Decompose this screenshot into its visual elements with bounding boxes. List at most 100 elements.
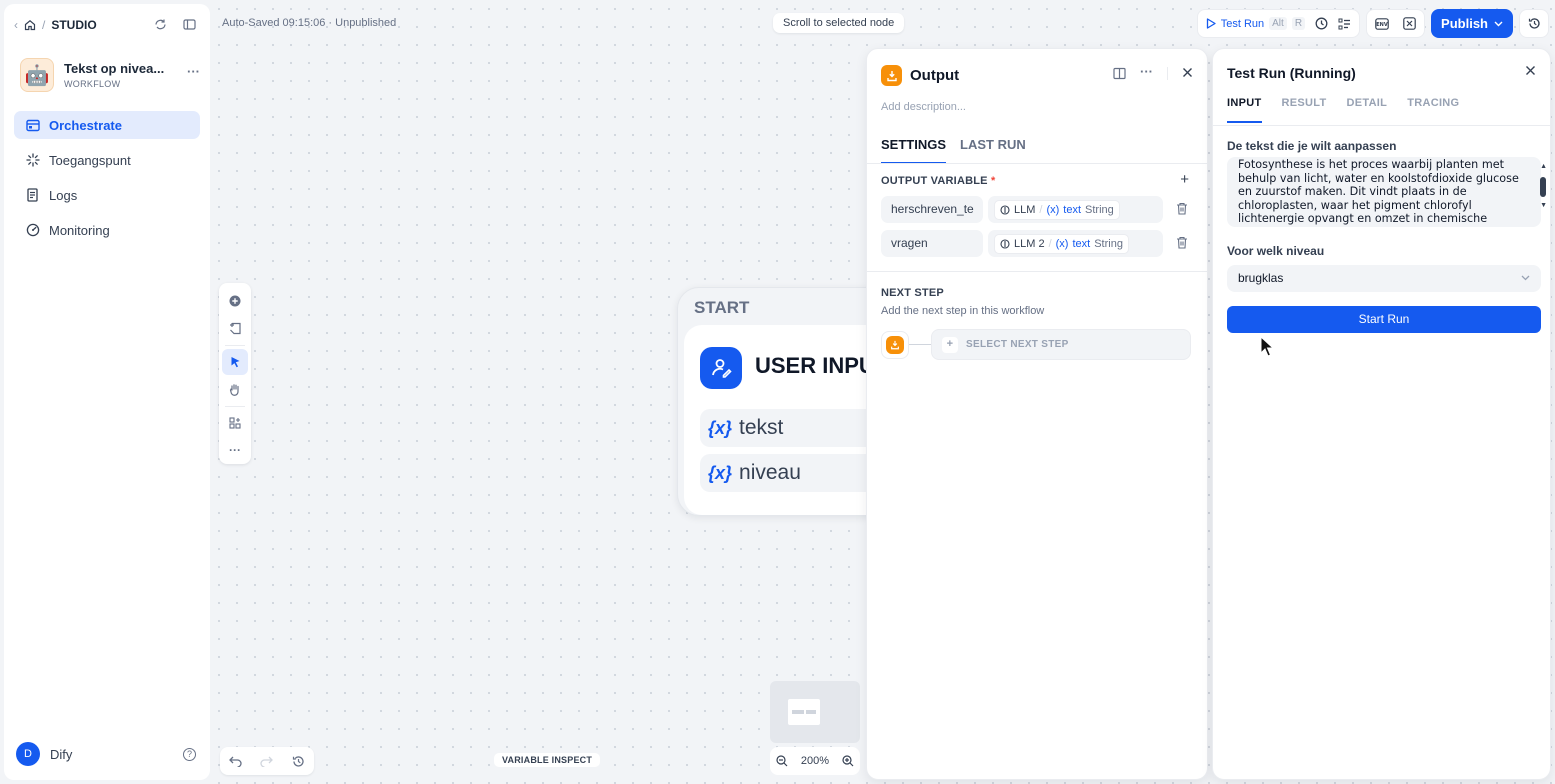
- scroll-to-selected-button[interactable]: Scroll to selected node: [773, 13, 905, 33]
- topbar-actions: Test Run Alt R ENV Publish: [1196, 9, 1549, 38]
- shortcut-key-r: R: [1291, 17, 1306, 30]
- variable-reference-chip: LLM 2 / (x) text String: [994, 233, 1129, 254]
- output-variable-name-input[interactable]: herschreven_te: [881, 196, 983, 223]
- ref-var-name: text: [1072, 237, 1091, 250]
- current-node-handle: [881, 330, 909, 359]
- logs-icon: [27, 188, 38, 202]
- help-icon[interactable]: ?: [183, 747, 196, 761]
- sidebar-item-logs[interactable]: Logs: [14, 181, 200, 209]
- toolbar-divider: [225, 345, 245, 346]
- note-icon: [229, 322, 241, 334]
- required-mark: *: [990, 175, 996, 187]
- sync-icon[interactable]: [154, 18, 167, 31]
- scroll-up-icon[interactable]: ▲: [1540, 163, 1547, 170]
- close-icon[interactable]: [1525, 65, 1536, 76]
- tab-tracing[interactable]: TRACING: [1407, 97, 1459, 123]
- shortcut-key-alt: Alt: [1269, 17, 1287, 30]
- output-variable-name-input[interactable]: vragen: [881, 230, 983, 257]
- variable-reference-chip: LLM / (x) text String: [994, 199, 1120, 220]
- select-next-step-button[interactable]: + SELECT NEXT STEP: [931, 329, 1191, 360]
- trash-icon[interactable]: [1176, 202, 1188, 215]
- scrollbar-thumb[interactable]: [1540, 177, 1546, 197]
- version-history-button[interactable]: [1519, 9, 1549, 38]
- checklist-icon[interactable]: [1338, 18, 1351, 30]
- pointer-mode-button[interactable]: [222, 349, 248, 375]
- sidebar-item-orchestrate[interactable]: Orchestrate: [14, 111, 200, 139]
- close-icon[interactable]: [1182, 67, 1193, 78]
- more-icon: ···: [229, 443, 241, 457]
- monitoring-icon: [26, 223, 40, 237]
- history-icon[interactable]: [292, 755, 305, 768]
- run-history-icon[interactable]: [1315, 17, 1328, 30]
- env-group: ENV: [1366, 9, 1426, 38]
- ref-var-type: String: [1085, 203, 1114, 216]
- hand-mode-button[interactable]: [222, 376, 248, 402]
- zoom-level[interactable]: 200%: [801, 755, 829, 767]
- output-node-icon: [886, 335, 904, 354]
- pointer-icon: [231, 357, 239, 368]
- panel-title[interactable]: Output: [910, 67, 959, 84]
- organize-nodes-button[interactable]: [222, 410, 248, 436]
- variable-inspect-button[interactable]: VARIABLE INSPECT: [494, 753, 601, 767]
- sidebar-item-toegangspunt[interactable]: Toegangspunt: [14, 146, 200, 174]
- tab-detail[interactable]: DETAIL: [1346, 97, 1387, 123]
- play-icon: [1206, 18, 1216, 29]
- back-chevron-icon[interactable]: ‹: [14, 18, 18, 32]
- minimap[interactable]: [770, 681, 860, 743]
- hand-icon: [229, 383, 239, 396]
- env-icon[interactable]: ENV: [1375, 17, 1389, 30]
- ref-node-name: LLM: [1014, 203, 1036, 216]
- llm-node-icon: [1000, 204, 1010, 215]
- tabs-divider: [867, 163, 1207, 164]
- more-icon[interactable]: ···: [1140, 65, 1153, 80]
- add-node-button[interactable]: [222, 288, 248, 314]
- tab-result[interactable]: RESULT: [1282, 97, 1327, 123]
- trash-icon[interactable]: [1176, 236, 1188, 249]
- field-label: De tekst die je wilt aanpassen: [1227, 139, 1397, 153]
- ref-var-name: text: [1063, 203, 1082, 216]
- conversation-variable-icon[interactable]: [1403, 17, 1416, 30]
- select-next-step-label: SELECT NEXT STEP: [966, 339, 1069, 350]
- description-input[interactable]: Add description...: [881, 101, 966, 113]
- next-step-title: NEXT STEP: [881, 287, 944, 299]
- breadcrumb-studio[interactable]: STUDIO: [51, 18, 96, 32]
- variable-icon: (x): [1055, 237, 1069, 250]
- tekst-textarea[interactable]: Fotosynthese is het proces waarbij plant…: [1227, 157, 1541, 227]
- variable-reference-picker[interactable]: LLM / (x) text String: [988, 196, 1163, 223]
- variable-reference-picker[interactable]: LLM 2 / (x) text String: [988, 230, 1163, 257]
- scroll-down-icon[interactable]: ▼: [1540, 202, 1547, 209]
- split-view-icon[interactable]: [1113, 67, 1126, 80]
- start-node-label: START: [694, 298, 750, 317]
- tab-last-run[interactable]: LAST RUN: [960, 137, 1026, 164]
- tab-settings[interactable]: SETTINGS: [881, 137, 947, 164]
- user-name: Dify: [50, 746, 73, 762]
- sidebar-item-label: Monitoring: [49, 222, 110, 238]
- zoom-in-icon[interactable]: [842, 755, 854, 767]
- layout-icon: [26, 119, 40, 131]
- minimap-node: [792, 710, 804, 714]
- more-icon[interactable]: ···: [187, 64, 200, 79]
- test-run-panel: Test Run (Running) INPUT RESULT DETAIL T…: [1212, 48, 1551, 780]
- app-type: WORKFLOW: [64, 79, 121, 89]
- sidebar-item-monitoring[interactable]: Monitoring: [14, 216, 200, 244]
- tab-input[interactable]: INPUT: [1227, 97, 1262, 123]
- undo-icon[interactable]: [229, 756, 242, 767]
- add-variable-icon[interactable]: +: [1180, 171, 1189, 188]
- home-icon[interactable]: [24, 19, 36, 31]
- sidebar-item-label: Orchestrate: [49, 117, 122, 133]
- history-icon: [1528, 18, 1540, 29]
- zoom-out-icon[interactable]: [776, 755, 788, 767]
- start-run-button[interactable]: Start Run: [1227, 306, 1541, 333]
- niveau-select[interactable]: brugklas: [1227, 265, 1541, 292]
- access-point-icon: [26, 153, 40, 167]
- test-run-button[interactable]: Test Run Alt R: [1206, 17, 1306, 30]
- app-card[interactable]: 🤖 Tekst op nivea... WORKFLOW ···: [20, 58, 200, 92]
- more-tools-button[interactable]: ···: [222, 437, 248, 463]
- sidebar-collapse-icon[interactable]: [183, 18, 196, 31]
- add-note-button[interactable]: [222, 315, 248, 341]
- redo-icon[interactable]: [260, 756, 274, 767]
- publish-button[interactable]: Publish: [1431, 9, 1513, 38]
- avatar[interactable]: D: [16, 742, 40, 766]
- zoom-control: 200%: [770, 747, 860, 775]
- user-menu[interactable]: D Dify ?: [16, 742, 196, 766]
